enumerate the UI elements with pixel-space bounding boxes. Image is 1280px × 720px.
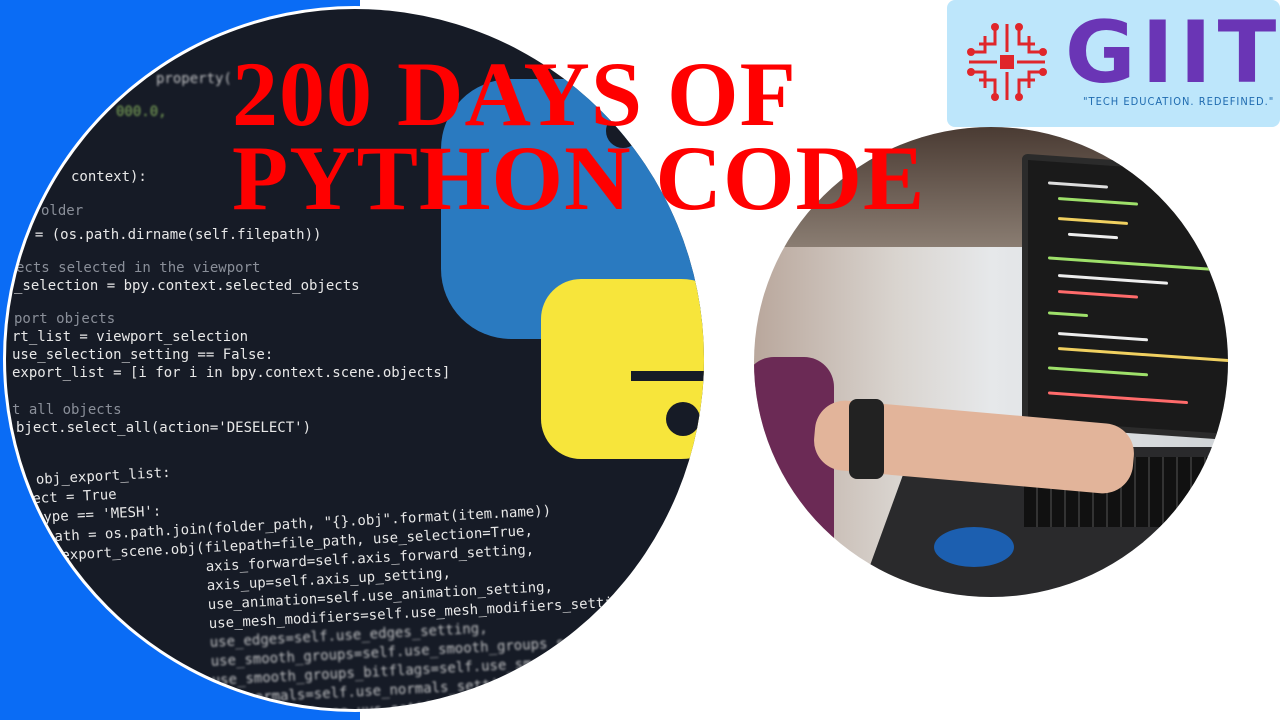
laptop-touchpad [934,527,1014,567]
page-title: 200 DAYS OF PYTHON CODE [232,48,925,224]
python-logo-yellow-eye [666,402,700,436]
logo-tagline: "TECH EDUCATION. REDEFINED." [1083,95,1275,108]
circuit-icon [967,23,1047,101]
person-sleeve [754,357,834,597]
logo-name: GIIT [1065,3,1280,103]
laptop-screen [1022,153,1228,443]
code-line: n obj_export_list: [18,464,171,489]
giit-logo: GIIT "TECH EDUCATION. REDEFINED." [947,0,1280,127]
code-line: type == 'MESH': [34,503,162,527]
wristwatch [849,399,884,479]
python-logo-gap [631,371,704,381]
code-line: lect = True [23,486,118,508]
title-line-2: PYTHON CODE [232,127,926,229]
